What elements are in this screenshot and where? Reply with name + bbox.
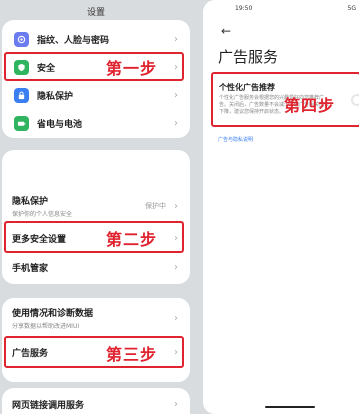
privacy-icon xyxy=(14,87,29,103)
settings-item-label: 使用情况和诊断数据 xyxy=(12,309,94,319)
settings-card-4: 网页链接调用服务 › xyxy=(2,388,190,414)
privacy-status-value: 保护中 xyxy=(145,202,166,210)
chevron-right-icon: › xyxy=(174,117,178,129)
status-bar: 19:50 5G xyxy=(203,5,359,15)
step2-label: 第二步 xyxy=(106,230,158,249)
settings-item-usage-diagnostics[interactable]: 使用情况和诊断数据 分享数据以帮助改进MIUI › xyxy=(2,304,190,332)
back-button[interactable]: ← xyxy=(217,22,235,40)
status-signal: 5G xyxy=(347,5,356,12)
settings-item-battery[interactable]: 省电与电池 › xyxy=(2,112,190,134)
settings-item-label: 网页链接调用服务 xyxy=(12,400,85,411)
settings-item-subtitle: 保护你的个人信息安全 xyxy=(12,211,73,218)
chevron-right-icon: › xyxy=(174,398,178,410)
chevron-right-icon: › xyxy=(174,200,178,212)
page-title: 设置 xyxy=(86,8,105,18)
settings-card-2: 隐私保护 保护你的个人信息安全 保护中 › 更多安全设置 › 手机管家 › xyxy=(2,150,190,284)
step4-label: 第四步 xyxy=(284,96,336,115)
settings-item-privacy[interactable]: 隐私保护 › xyxy=(2,84,190,106)
chevron-right-icon: › xyxy=(174,89,178,101)
settings-item-subtitle: 分享数据以帮助改进MIUI xyxy=(12,323,80,330)
arrow-left-icon: ← xyxy=(220,24,232,38)
settings-item-label: 指纹、人脸与密码 xyxy=(37,35,110,46)
settings-item-fingerprint[interactable]: 指纹、人脸与密码 › xyxy=(2,28,190,50)
settings-item-phone-manager[interactable]: 手机管家 › xyxy=(2,256,190,278)
step3-label: 第三步 xyxy=(106,345,158,364)
fingerprint-icon xyxy=(14,31,29,47)
settings-item-label: 隐私保护 xyxy=(37,91,74,102)
step1-label: 第一步 xyxy=(106,59,158,78)
chevron-right-icon: › xyxy=(174,261,178,273)
status-time: 19:50 xyxy=(235,5,253,12)
settings-item-label: 省电与电池 xyxy=(37,119,83,130)
settings-item-privacy-protection[interactable]: 隐私保护 保护你的个人信息安全 保护中 › xyxy=(2,192,190,220)
settings-item-web-link[interactable]: 网页链接调用服务 › xyxy=(2,394,190,414)
battery-icon xyxy=(14,115,29,131)
ad-privacy-link[interactable]: 广告与隐私说明 xyxy=(218,136,253,143)
ad-service-panel: 19:50 5G ← 广告服务 个性化广告推荐 个性化广告服务会根据您的兴趣爱好… xyxy=(203,0,359,414)
settings-item-label: 手机管家 xyxy=(12,263,49,274)
chevron-right-icon: › xyxy=(174,312,178,324)
chevron-right-icon: › xyxy=(174,33,178,45)
home-indicator xyxy=(265,406,315,408)
settings-item-label: 隐私保护 xyxy=(12,197,49,207)
page-title: 广告服务 xyxy=(218,48,279,66)
